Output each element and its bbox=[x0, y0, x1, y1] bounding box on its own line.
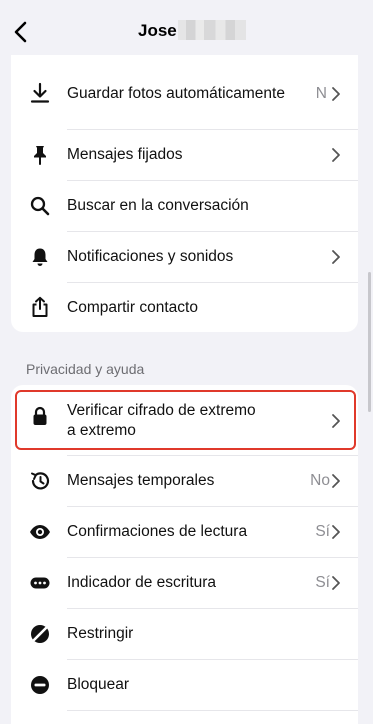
share-contact-label: Compartir contacto bbox=[67, 299, 198, 316]
restrict-label: Restringir bbox=[67, 625, 134, 642]
top-bar: Jose bbox=[0, 0, 373, 60]
disappearing-messages-label: Mensajes temporales bbox=[67, 472, 215, 489]
share-icon bbox=[32, 296, 48, 317]
notifications-label: Notificaciones y sonidos bbox=[67, 248, 234, 265]
chevron-right-icon bbox=[332, 576, 340, 590]
divider bbox=[67, 710, 358, 711]
save-photos-value: N bbox=[315, 85, 327, 102]
search-conversation-row[interactable]: Buscar en la conversación bbox=[11, 181, 358, 231]
block-row[interactable]: Bloquear bbox=[11, 660, 358, 710]
pinned-messages-label: Mensajes fijados bbox=[67, 146, 183, 163]
search-icon bbox=[30, 196, 50, 216]
pin-icon bbox=[34, 146, 46, 165]
section-header-privacy: Privacidad y ayuda bbox=[26, 361, 145, 377]
timer-icon bbox=[31, 472, 50, 490]
share-contact-row[interactable]: Compartir contacto bbox=[11, 283, 358, 332]
bell-icon bbox=[32, 248, 48, 266]
chevron-right-icon bbox=[332, 474, 340, 488]
read-receipts-value: Sí bbox=[315, 523, 330, 540]
disappearing-messages-value: No bbox=[310, 472, 330, 489]
search-conversation-label: Buscar en la conversación bbox=[67, 197, 249, 214]
chevron-right-icon bbox=[332, 148, 340, 162]
typing-indicator-value: Sí bbox=[315, 574, 330, 591]
chevron-right-icon bbox=[332, 87, 340, 101]
block-icon bbox=[31, 676, 49, 694]
restrict-row[interactable]: Restringir bbox=[11, 609, 358, 659]
settings-card: Guardar fotos automáticamente N Mensajes… bbox=[11, 55, 358, 332]
restrict-icon bbox=[31, 625, 49, 643]
highlight-box bbox=[15, 390, 356, 450]
read-receipts-row[interactable]: Confirmaciones de lectura Sí bbox=[11, 507, 358, 557]
typing-indicator-label: Indicador de escritura bbox=[67, 574, 217, 591]
pinned-messages-row[interactable]: Mensajes fijados bbox=[11, 130, 358, 180]
block-label: Bloquear bbox=[67, 676, 130, 693]
redacted-name-blur bbox=[178, 20, 246, 40]
download-icon bbox=[30, 82, 50, 103]
chevron-right-icon bbox=[332, 525, 340, 539]
save-photos-row[interactable]: Guardar fotos automáticamente N bbox=[11, 55, 358, 129]
read-receipts-label: Confirmaciones de lectura bbox=[67, 523, 248, 540]
eye-icon bbox=[30, 525, 50, 539]
notifications-row[interactable]: Notificaciones y sonidos bbox=[11, 232, 358, 282]
chevron-right-icon bbox=[332, 250, 340, 264]
chevron-left-icon[interactable] bbox=[10, 20, 32, 44]
typing-indicator-row[interactable]: Indicador de escritura Sí bbox=[11, 558, 358, 608]
disappearing-messages-row[interactable]: Mensajes temporales No bbox=[11, 456, 358, 506]
scrollbar[interactable] bbox=[368, 272, 371, 412]
typing-icon bbox=[30, 577, 50, 589]
save-photos-label: Guardar fotos automáticamente bbox=[67, 85, 285, 102]
contact-name: Jose bbox=[138, 21, 177, 40]
